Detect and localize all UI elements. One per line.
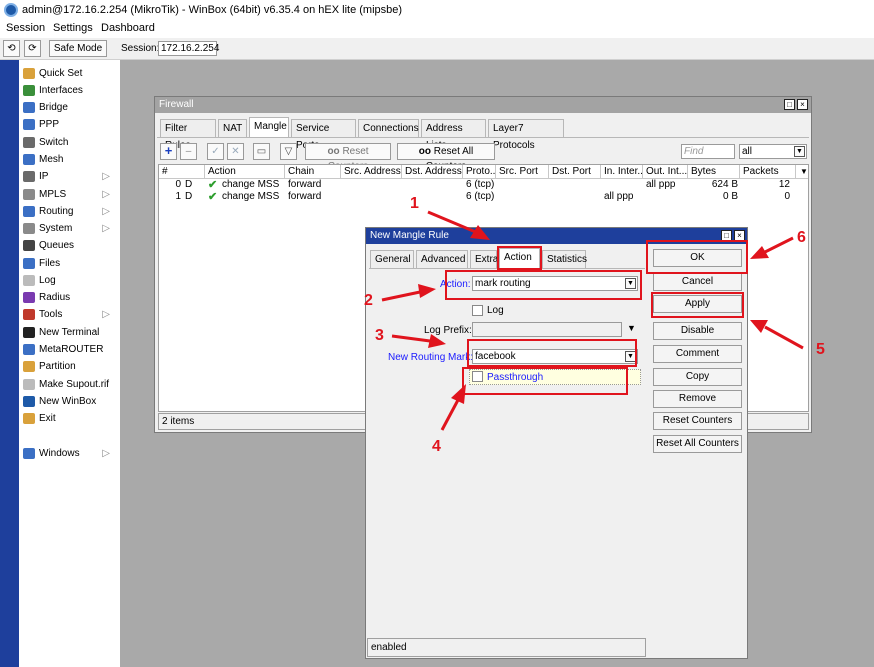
arrow-5: [764, 325, 804, 350]
arrow-2-head: [418, 284, 436, 298]
arrow-2: [381, 290, 421, 302]
annotation-5: 5: [816, 341, 825, 358]
arrow-4: [440, 399, 460, 431]
annotation-arrows: [381, 210, 804, 431]
annotation-3: 3: [375, 327, 384, 344]
annotation-2: 2: [364, 292, 373, 309]
annotation-6: 6: [797, 229, 806, 246]
arrow-6: [764, 236, 794, 254]
arrow-1: [427, 210, 479, 235]
arrow-3-head: [428, 334, 446, 348]
arrow-4-head: [451, 384, 466, 404]
annotation-4: 4: [432, 438, 441, 455]
annotation-1: 1: [410, 195, 419, 212]
arrow-3: [391, 334, 431, 343]
